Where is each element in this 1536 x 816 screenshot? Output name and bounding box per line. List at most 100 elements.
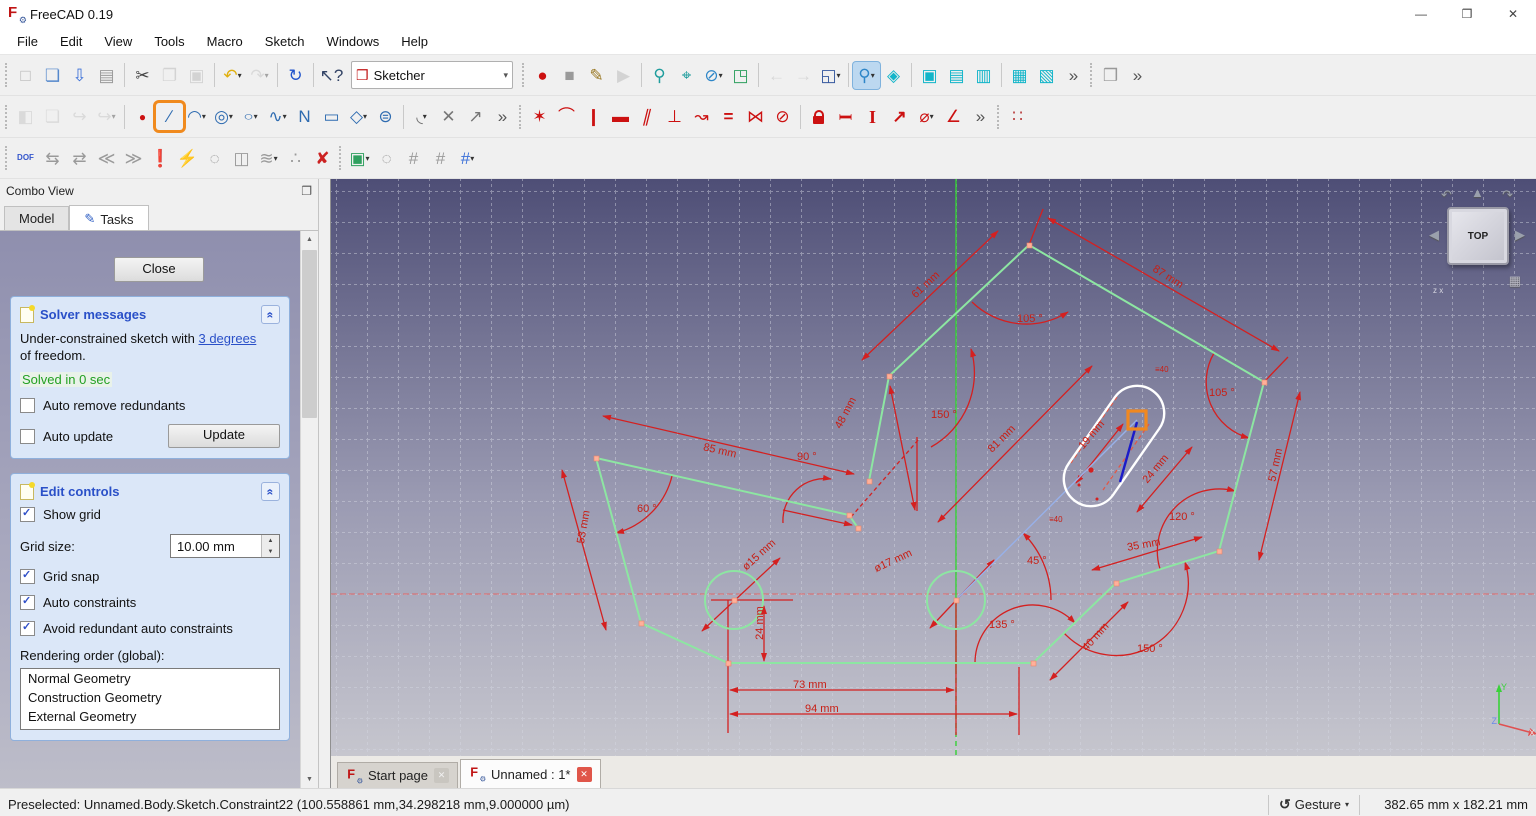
scroll-down-icon[interactable]: ▼ (301, 771, 318, 788)
menu-item[interactable]: Windows (316, 30, 391, 53)
paste-icon[interactable]: ▣ (183, 62, 210, 89)
navigation-cube[interactable]: ↶ ↷ ▲ ◀ ▶ TOP z x ▦ (1427, 185, 1527, 297)
dimension-label[interactable]: 150 ° (1137, 643, 1163, 655)
clone-icon[interactable]: ◫ (228, 145, 255, 172)
view-bottom-icon[interactable]: ▧ (1033, 62, 1060, 89)
dropdown-caret-icon[interactable]: ▾ (283, 112, 287, 121)
select-redundant-icon[interactable]: ⚡ (174, 145, 201, 172)
scrollbar-thumb[interactable] (302, 250, 317, 418)
copy-icon[interactable]: ❐ (156, 62, 183, 89)
rendering-order-list[interactable]: Normal Geometry Construction Geometry Exte… (20, 668, 280, 730)
grid-size-input[interactable]: 10.00 mm ▲ ▼ (170, 534, 280, 558)
minimize-button[interactable]: — (1398, 0, 1444, 28)
create-slot-icon[interactable]: ⊜ (372, 103, 399, 130)
list-item[interactable]: Normal Geometry (21, 669, 279, 688)
constraint-symmetric-icon[interactable]: ⋈ (742, 103, 769, 130)
tab-close-icon[interactable]: ✕ (576, 766, 592, 782)
view-axonometric-icon[interactable]: ◈ (880, 62, 907, 89)
create-polyline-icon[interactable]: N (291, 103, 318, 130)
view-front-icon[interactable]: ▣ (916, 62, 943, 89)
create-conic-icon[interactable]: ○ ▾ (237, 103, 264, 130)
dimension-label[interactable]: 73 mm (793, 679, 827, 691)
zoom-selection-icon[interactable]: ⌖ (673, 62, 700, 89)
dropdown-caret-icon[interactable]: ▾ (229, 112, 233, 121)
refresh-icon[interactable]: ↻ (282, 62, 309, 89)
mini-cube-icon[interactable]: ▦ (1509, 273, 1521, 289)
dimension-label[interactable]: 150 ° (931, 409, 957, 421)
dropdown-caret-icon[interactable]: ▾ (423, 112, 427, 121)
dimension-label[interactable]: ≡40 (1049, 515, 1063, 524)
maximize-button[interactable]: ❒ (1444, 0, 1490, 28)
dimension-label[interactable]: 94 mm (805, 703, 839, 715)
remove-axes-alignment-icon[interactable]: ✘ (309, 145, 336, 172)
scroll-up-icon[interactable]: ▲ (301, 231, 318, 248)
create-rectangle-icon[interactable]: ▭ (318, 103, 345, 130)
menu-item[interactable]: View (93, 30, 143, 53)
constraint-angle-icon[interactable]: ∠ (940, 103, 967, 130)
show-grid-checkbox[interactable] (20, 506, 35, 522)
create-arc-icon[interactable]: ◠ ▾ (183, 103, 210, 130)
spinner-buttons[interactable]: ▲ ▼ (261, 535, 279, 557)
panel-scrollbar[interactable]: ▲ ▼ (300, 231, 318, 788)
close-shape-icon[interactable]: ⇆ (39, 145, 66, 172)
dropdown-caret-icon[interactable]: ▾ (254, 112, 258, 121)
macro-edit-icon[interactable]: ✎ (583, 62, 610, 89)
tab-close-icon[interactable]: ✕ (434, 768, 449, 783)
constraint-distance-icon[interactable]: ↗ (886, 103, 913, 130)
macro-record-icon[interactable]: ● (529, 62, 556, 89)
sketcher-view-section-icon[interactable]: ❒ (1097, 62, 1124, 89)
dropdown-caret-icon[interactable]: ▾ (719, 71, 723, 80)
sketcher-tools-cluster-icon[interactable]: ∷ (1004, 103, 1031, 130)
auto-remove-redundants-checkbox[interactable] (20, 398, 35, 413)
document-tab[interactable]: Unnamed : 1* ✕ (460, 759, 601, 788)
draw-style-icon[interactable]: ⊘ ▾ (700, 62, 727, 89)
update-button[interactable]: Update (168, 424, 280, 448)
dimension-label[interactable]: 24 mm (754, 606, 766, 640)
dropdown-caret-icon[interactable]: ▾ (238, 71, 242, 80)
dropdown-caret-icon[interactable]: ▾ (837, 71, 841, 80)
constraint-tangent-icon[interactable]: ↝ (688, 103, 715, 130)
dimension-label[interactable]: 120 ° (1169, 511, 1195, 523)
select-malformed-icon[interactable]: ◌ (201, 145, 228, 172)
constraint-lock-icon[interactable] (805, 103, 832, 130)
navigation-style-selector[interactable]: ↺ Gesture ▾ (1279, 796, 1349, 813)
linked-view-icon[interactable]: ◱ ▾ (817, 62, 844, 89)
collapse-icon[interactable]: « (261, 482, 280, 501)
grid-snap-checkbox[interactable] (20, 568, 35, 584)
dropdown-caret-icon[interactable]: ▾ (112, 112, 116, 121)
bspline-knot-multiplicity-icon[interactable]: # ▾ (454, 145, 481, 172)
constraint-perpendicular-icon[interactable]: ⊥ (661, 103, 688, 130)
whats-this-icon[interactable]: ↖? (318, 62, 345, 89)
rotate-ccw-icon[interactable]: ↶ (1441, 187, 1452, 203)
create-circle-icon[interactable]: ◎ ▾ (210, 103, 237, 130)
open-document-icon[interactable]: ❏ (39, 62, 66, 89)
fit-all-icon[interactable]: ⚲ (646, 62, 673, 89)
auto-constraints-checkbox[interactable] (20, 594, 35, 610)
bspline-degree-icon[interactable]: ◌ (373, 145, 400, 172)
select-conflicting-icon[interactable]: ❗ (147, 145, 174, 172)
select-dof-icon[interactable]: DOF (12, 145, 39, 172)
constraint-vertical-icon[interactable]: ❙ (580, 103, 607, 130)
arrow-up-icon[interactable]: ▲ (1471, 185, 1484, 200)
dimension-label[interactable]: ≡40 (1155, 365, 1169, 374)
nav-back-icon[interactable]: ← (763, 62, 790, 89)
dropdown-caret-icon[interactable]: ▾ (470, 154, 474, 163)
constraint-vertical-distance-icon[interactable]: I (859, 103, 886, 130)
avoid-redundant-checkbox[interactable] (20, 620, 35, 636)
constraint-coincident-icon[interactable]: ✶ (526, 103, 553, 130)
workbench-selector[interactable]: ❒ Sketcher ▾ (351, 61, 513, 89)
constraint-horizontal-icon[interactable]: ▬ (607, 103, 634, 130)
dropdown-caret-icon[interactable]: ▾ (202, 112, 206, 121)
constraint-parallel-icon[interactable]: ∥ (634, 103, 661, 130)
arrow-right-icon[interactable]: ▶ (1515, 227, 1525, 243)
collapse-icon[interactable]: « (261, 305, 280, 324)
menu-item[interactable]: Tools (143, 30, 195, 53)
menu-item[interactable]: Macro (196, 30, 254, 53)
link-group-icon[interactable]: ↪ ▾ (93, 103, 120, 130)
float-panel-icon[interactable]: ❐ (301, 184, 312, 198)
dropdown-caret-icon[interactable]: ▾ (930, 112, 934, 121)
3d-viewport[interactable]: 85 mm 90 ° 48 mm 150 ° 60 ° 53 mm ø15 mm ø17 mm… (330, 179, 1536, 756)
create-point-icon[interactable]: ● (129, 103, 156, 130)
connect-edges-icon[interactable]: ⇄ (66, 145, 93, 172)
menu-item[interactable]: Sketch (254, 30, 316, 53)
